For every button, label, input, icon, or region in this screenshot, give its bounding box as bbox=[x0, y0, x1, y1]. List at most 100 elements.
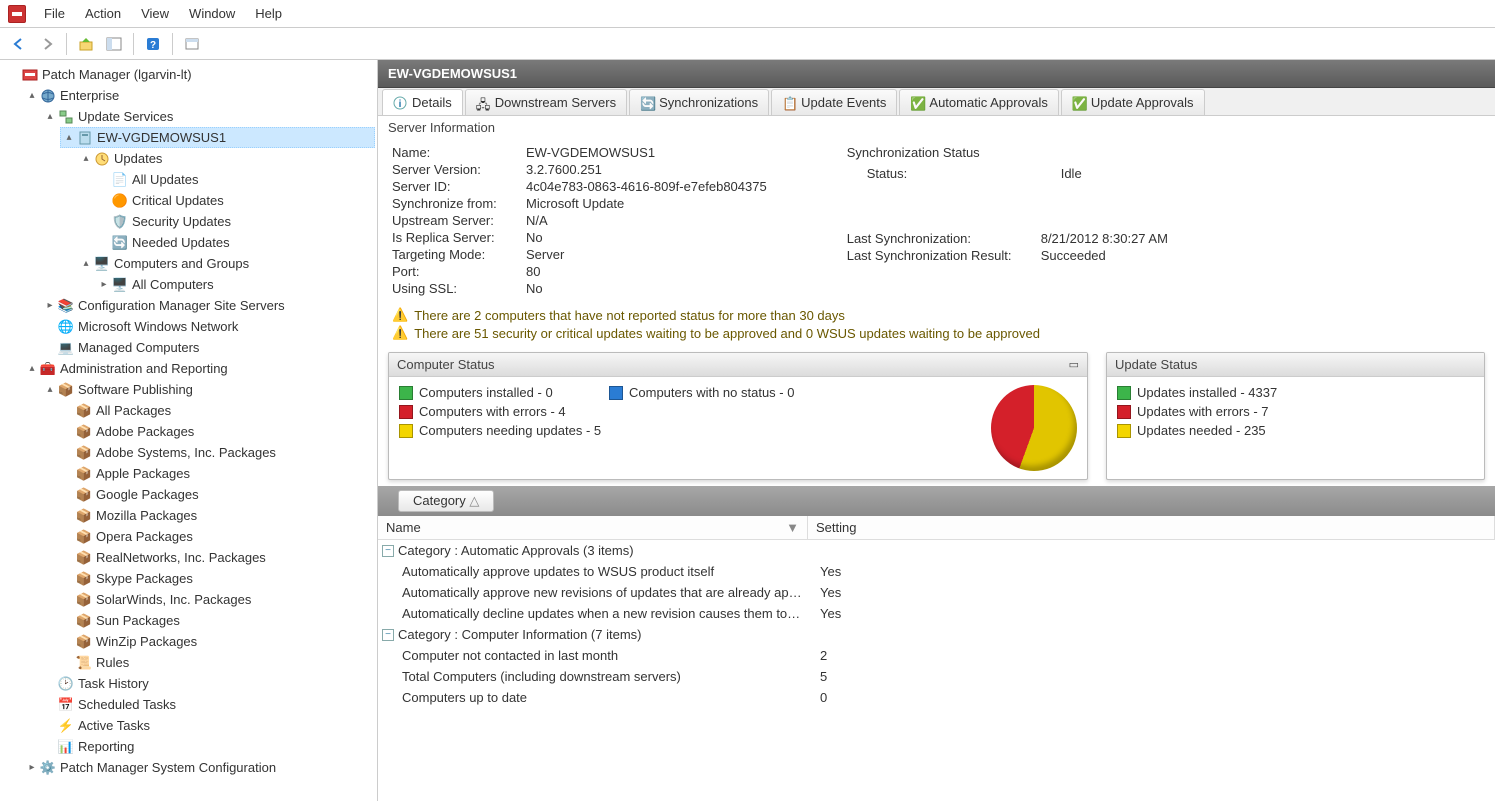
tree-critical-updates[interactable]: ▸🟠Critical Updates bbox=[96, 190, 375, 211]
tree-pkg[interactable]: ▸📦Sun Packages bbox=[60, 610, 375, 631]
legend-item: Updates installed - 4337 bbox=[1117, 385, 1327, 400]
table-row[interactable]: Computers up to date0 bbox=[378, 687, 1495, 708]
show-hide-tree-button[interactable] bbox=[101, 31, 127, 57]
value-name: EW-VGDEMOWSUS1 bbox=[526, 145, 767, 160]
tree-label: Microsoft Windows Network bbox=[78, 319, 238, 334]
update-icon: 📄 bbox=[112, 172, 128, 188]
label: Last Synchronization: bbox=[847, 231, 1037, 246]
help-button[interactable]: ? bbox=[140, 31, 166, 57]
collapse-icon[interactable]: − bbox=[382, 629, 394, 641]
tree-software-publishing[interactable]: ▴ 📦 Software Publishing bbox=[42, 379, 375, 400]
tree-needed-updates[interactable]: ▸🔄Needed Updates bbox=[96, 232, 375, 253]
collapse-icon[interactable]: − bbox=[382, 545, 394, 557]
tree-all-computers[interactable]: ▸🖥️All Computers bbox=[96, 274, 375, 295]
tab-synchronizations[interactable]: 🔄Synchronizations bbox=[629, 89, 769, 115]
tree-pkg[interactable]: ▸📦Adobe Systems, Inc. Packages bbox=[60, 442, 375, 463]
forward-button[interactable] bbox=[34, 31, 60, 57]
up-button[interactable] bbox=[73, 31, 99, 57]
tree-reporting[interactable]: ▸📊Reporting bbox=[42, 736, 375, 757]
tree-enterprise[interactable]: ▴ Enterprise bbox=[24, 85, 375, 106]
shield-icon: 🛡️ bbox=[112, 214, 128, 230]
tree-pkg[interactable]: ▸📦Skype Packages bbox=[60, 568, 375, 589]
tree-label: Task History bbox=[78, 676, 149, 691]
table-row[interactable]: Automatically approve new revisions of u… bbox=[378, 582, 1495, 603]
site-icon: 📚 bbox=[58, 298, 74, 314]
tree-scheduled-tasks[interactable]: ▸📅Scheduled Tasks bbox=[42, 694, 375, 715]
tree-admin-reporting[interactable]: ▴ 🧰 Administration and Reporting bbox=[24, 358, 375, 379]
tree-label: EW-VGDEMOWSUS1 bbox=[97, 130, 226, 145]
grid-header: Name▼ Setting bbox=[378, 516, 1495, 540]
category-row[interactable]: −Category : Automatic Approvals (3 items… bbox=[378, 540, 1495, 561]
category-row[interactable]: −Category : Computer Information (7 item… bbox=[378, 624, 1495, 645]
tab-update-events[interactable]: 📋Update Events bbox=[771, 89, 897, 115]
tab-update-approvals[interactable]: ✅Update Approvals bbox=[1061, 89, 1205, 115]
menu-file[interactable]: File bbox=[34, 2, 75, 25]
tab-auto-approvals[interactable]: ✅Automatic Approvals bbox=[899, 89, 1059, 115]
panel-update-status: Update Status Updates installed - 4337 U… bbox=[1106, 352, 1485, 480]
tree-cfg-mgr[interactable]: ▸📚Configuration Manager Site Servers bbox=[42, 295, 375, 316]
tree-security-updates[interactable]: ▸🛡️Security Updates bbox=[96, 211, 375, 232]
tree-pkg[interactable]: ▸📦RealNetworks, Inc. Packages bbox=[60, 547, 375, 568]
legend-item: Computers installed - 0 bbox=[399, 385, 609, 400]
warning-icon: ⚠️ bbox=[392, 325, 408, 341]
updates-icon bbox=[94, 151, 110, 167]
sync-status-heading: Synchronization Status bbox=[847, 145, 1168, 160]
tree-updates[interactable]: ▴ Updates bbox=[78, 148, 375, 169]
tree-sys-config[interactable]: ▸⚙️Patch Manager System Configuration bbox=[24, 757, 375, 778]
section-server-info: Server Information bbox=[378, 116, 1495, 139]
tab-downstream[interactable]: 🖧Downstream Servers bbox=[465, 89, 627, 115]
table-row[interactable]: Computer not contacted in last month2 bbox=[378, 645, 1495, 666]
tree-ms-network[interactable]: ▸🌐Microsoft Windows Network bbox=[42, 316, 375, 337]
tree-pkg[interactable]: ▸📦Apple Packages bbox=[60, 463, 375, 484]
tree-active-tasks[interactable]: ▸⚡Active Tasks bbox=[42, 715, 375, 736]
label: Using SSL: bbox=[392, 281, 522, 296]
legend-item: Computers with errors - 4 bbox=[399, 404, 609, 419]
table-row[interactable]: Total Computers (including downstream se… bbox=[378, 666, 1495, 687]
label: Is Replica Server: bbox=[392, 230, 522, 245]
tree-rules[interactable]: ▸📜Rules bbox=[60, 652, 375, 673]
menu-view[interactable]: View bbox=[131, 2, 179, 25]
tree-label: Computers and Groups bbox=[114, 256, 249, 271]
tree-label: Critical Updates bbox=[132, 193, 224, 208]
table-row[interactable]: Automatically approve updates to WSUS pr… bbox=[378, 561, 1495, 582]
legend-item: Updates with errors - 7 bbox=[1117, 404, 1327, 419]
menu-help[interactable]: Help bbox=[245, 2, 292, 25]
tree-all-updates[interactable]: ▸📄All Updates bbox=[96, 169, 375, 190]
value-last-result: Succeeded bbox=[1041, 248, 1168, 263]
column-setting[interactable]: Setting bbox=[808, 516, 1495, 539]
new-window-button[interactable] bbox=[179, 31, 205, 57]
tree-label: SolarWinds, Inc. Packages bbox=[96, 592, 251, 607]
tab-details[interactable]: iDetails bbox=[382, 89, 463, 115]
back-button[interactable] bbox=[6, 31, 32, 57]
navigation-tree[interactable]: ▸ Patch Manager (lgarvin-lt) ▴ Enterpris… bbox=[0, 60, 378, 801]
filter-icon[interactable]: ▼ bbox=[786, 520, 799, 535]
tree-computers-groups[interactable]: ▴ 🖥️ Computers and Groups bbox=[78, 253, 375, 274]
menu-action[interactable]: Action bbox=[75, 2, 131, 25]
panel-title: Computer Status bbox=[397, 357, 495, 372]
tree-pkg[interactable]: ▸📦Opera Packages bbox=[60, 526, 375, 547]
label: Last Synchronization Result: bbox=[847, 248, 1037, 263]
group-by-chip[interactable]: Category △ bbox=[398, 490, 494, 512]
tree-managed[interactable]: ▸💻Managed Computers bbox=[42, 337, 375, 358]
tree-label: All Updates bbox=[132, 172, 198, 187]
warning-icon: ⚠️ bbox=[392, 307, 408, 323]
tree-pkg[interactable]: ▸📦SolarWinds, Inc. Packages bbox=[60, 589, 375, 610]
tree-label: Reporting bbox=[78, 739, 134, 754]
tree-pkg[interactable]: ▸📦Adobe Packages bbox=[60, 421, 375, 442]
tree-pkg[interactable]: ▸📦All Packages bbox=[60, 400, 375, 421]
warning-line: ⚠️There are 2 computers that have not re… bbox=[392, 306, 1481, 324]
tree-pkg[interactable]: ▸📦WinZip Packages bbox=[60, 631, 375, 652]
tree-pkg[interactable]: ▸📦Google Packages bbox=[60, 484, 375, 505]
menu-window[interactable]: Window bbox=[179, 2, 245, 25]
tree-server[interactable]: ▴ EW-VGDEMOWSUS1 bbox=[60, 127, 375, 148]
column-name[interactable]: Name▼ bbox=[378, 516, 808, 539]
table-row[interactable]: Automatically decline updates when a new… bbox=[378, 603, 1495, 624]
approve-icon: ✅ bbox=[910, 96, 924, 110]
tree-update-services[interactable]: ▴ Update Services bbox=[42, 106, 375, 127]
tree-label: Managed Computers bbox=[78, 340, 199, 355]
tree-root[interactable]: ▸ Patch Manager (lgarvin-lt) bbox=[6, 64, 375, 85]
needed-icon: 🔄 bbox=[112, 235, 128, 251]
tree-task-history[interactable]: ▸🕑Task History bbox=[42, 673, 375, 694]
restore-icon[interactable]: ▭ bbox=[1069, 358, 1079, 371]
tree-pkg[interactable]: ▸📦Mozilla Packages bbox=[60, 505, 375, 526]
